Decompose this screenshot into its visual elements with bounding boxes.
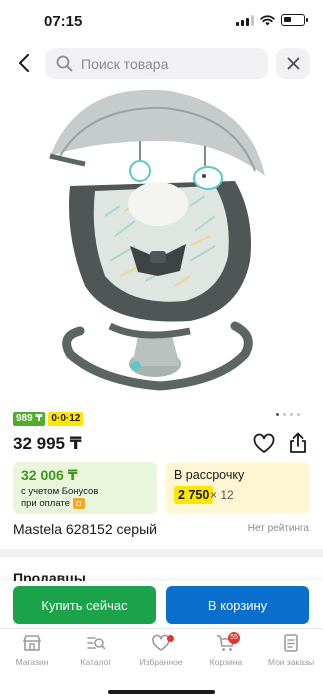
status-bar: 07:15 (0, 0, 323, 42)
bonus-wallet-icon: ◘ (72, 498, 85, 509)
battery-icon (281, 14, 308, 26)
product-price: 32 995 ₸ (13, 434, 82, 453)
bonus-price: 32 006 ₸ (21, 467, 78, 483)
shop-icon (23, 635, 41, 651)
pager-dot (297, 413, 300, 416)
product-badges: 989 ₸ 0·0·12 (13, 412, 84, 426)
action-bar: Купить сейчас В корзину (0, 581, 323, 628)
badge-installment: 0·0·12 (48, 412, 84, 426)
favorite-button[interactable] (252, 432, 276, 456)
tab-bar: Магазин Каталог Избранное 55 Корзина Мои… (0, 628, 323, 674)
add-to-cart-button[interactable]: В корзину (166, 586, 309, 624)
signal-icon (236, 14, 254, 26)
tab-label: Избранное (139, 657, 183, 667)
pager-dot (290, 413, 293, 416)
heart-icon (253, 433, 275, 453)
cart-count-badge: 55 (228, 632, 240, 644)
home-indicator[interactable] (108, 690, 215, 694)
search-input[interactable] (81, 55, 251, 72)
tab-label: Корзина (209, 657, 243, 667)
image-pager (276, 413, 300, 416)
product-image[interactable] (40, 86, 280, 396)
buy-now-button[interactable]: Купить сейчас (13, 586, 156, 624)
installment-title: В рассрочку (174, 468, 245, 482)
tab-favorites[interactable]: Избранное (129, 633, 193, 673)
tab-catalog[interactable]: Каталог (64, 633, 128, 673)
installment-card[interactable]: В рассрочку 2 750 × 12 (166, 462, 310, 514)
installment-months: × 12 (210, 488, 234, 502)
bonus-price-card[interactable]: 32 006 ₸ с учетом Бонусов при оплате ◘ (13, 462, 157, 514)
search-box[interactable] (45, 48, 268, 79)
tab-orders[interactable]: Мои заказы (259, 633, 323, 673)
pager-dot (276, 413, 279, 416)
badge-green: 989 ₸ (13, 412, 46, 426)
tab-label: Магазин (15, 657, 49, 667)
favorites-dot (167, 635, 174, 642)
tab-label: Мои заказы (267, 657, 315, 667)
tab-shop[interactable]: Магазин (0, 633, 64, 673)
catalog-icon (87, 637, 106, 650)
close-button[interactable] (276, 48, 310, 79)
status-time: 07:15 (44, 13, 83, 30)
back-button[interactable] (10, 49, 38, 77)
section-divider (0, 549, 323, 557)
share-button[interactable] (286, 431, 310, 455)
header (0, 45, 323, 83)
wifi-icon (260, 14, 275, 25)
tab-cart[interactable]: 55 Корзина (194, 632, 258, 673)
bonus-caption-2: при оплате ◘ (21, 498, 85, 509)
rating-text[interactable]: Нет рейтинга (248, 523, 309, 534)
status-icons (236, 14, 308, 26)
orders-icon (284, 634, 298, 652)
search-icon (56, 55, 73, 72)
pager-dot (283, 413, 286, 416)
close-icon (287, 57, 299, 70)
share-icon (290, 432, 306, 453)
product-title: Mastela 628152 серый (13, 521, 157, 537)
bonus-caption: с учетом Бонусов (21, 486, 99, 497)
tab-label: Каталог (80, 657, 112, 667)
installment-amount: 2 750 (174, 486, 214, 504)
chevron-left-icon (19, 54, 29, 72)
